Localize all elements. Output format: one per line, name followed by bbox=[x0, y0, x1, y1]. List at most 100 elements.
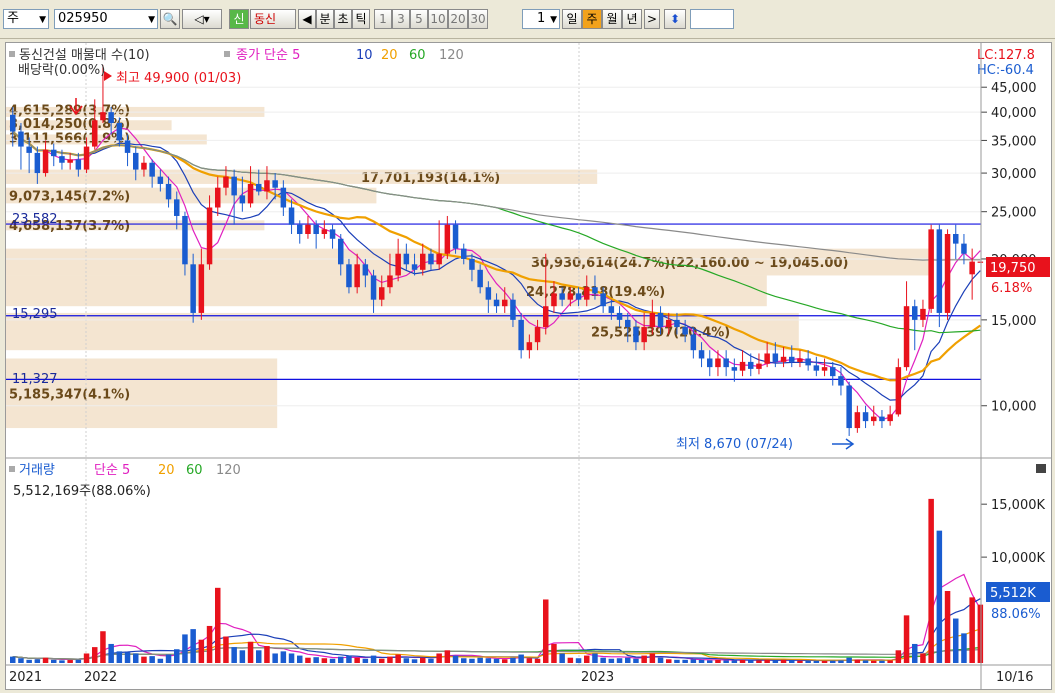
current-volume-pct: 88.06% bbox=[991, 607, 1041, 622]
stock-chart[interactable]: 4,615,289(3.7%)3,014,250(0.8%)3,111,566(… bbox=[6, 43, 1051, 689]
sound-icon[interactable]: ◁▾ bbox=[182, 9, 222, 29]
candle-body bbox=[493, 299, 500, 307]
chevron-down-icon: ▼ bbox=[148, 15, 155, 25]
candle-body bbox=[584, 287, 590, 300]
candle-body bbox=[756, 363, 762, 369]
volume-bar bbox=[157, 658, 164, 663]
y-tick-label: 30,000 bbox=[991, 167, 1037, 182]
volume-bar bbox=[600, 657, 606, 663]
candle-body bbox=[912, 306, 918, 320]
period-20[interactable]: 20 bbox=[448, 9, 468, 29]
price-legend-ma10: 10 bbox=[356, 48, 373, 63]
volume-bar bbox=[223, 636, 229, 663]
volume-y-tick-label: 15,000K bbox=[991, 498, 1045, 513]
candle-body bbox=[543, 306, 549, 328]
volume-bar bbox=[813, 660, 820, 663]
stock-code-input[interactable]: 025950 ▼ bbox=[54, 9, 158, 29]
candle-body bbox=[411, 264, 418, 270]
volume-bar bbox=[493, 658, 500, 663]
volume-bar bbox=[977, 604, 984, 663]
period-minute[interactable]: 분 bbox=[316, 9, 334, 29]
volume-bar bbox=[485, 658, 492, 663]
low-price-label: 최저 8,670 (07/24) bbox=[676, 437, 793, 452]
candle-body bbox=[887, 414, 893, 422]
volume-bar bbox=[887, 660, 893, 663]
candle-body bbox=[92, 120, 98, 147]
market-select[interactable]: 주 ▼ bbox=[3, 9, 49, 29]
current-price-label: 19,750 bbox=[990, 261, 1036, 276]
chart-frame: 4,615,289(3.7%) 3,014,250(0.8%) 3,111,566(… bbox=[5, 42, 1052, 690]
period-1[interactable]: 1 bbox=[374, 9, 392, 29]
period-10[interactable]: 10 bbox=[428, 9, 448, 29]
period-5[interactable]: 5 bbox=[410, 9, 428, 29]
candle-body bbox=[362, 264, 369, 276]
candle-body bbox=[830, 367, 836, 377]
volume-bar bbox=[534, 658, 541, 663]
volume-bar bbox=[198, 639, 205, 663]
volume-bar bbox=[75, 659, 82, 663]
candle-body bbox=[641, 327, 647, 343]
volume-bar bbox=[124, 652, 131, 663]
candle-body bbox=[321, 229, 328, 235]
search-icon[interactable]: 🔍 bbox=[160, 9, 180, 29]
next-arrow-icon[interactable]: > bbox=[644, 9, 660, 29]
volume-bar bbox=[928, 498, 934, 663]
volume-bar bbox=[67, 660, 73, 663]
volume-bar bbox=[362, 658, 369, 663]
period-30[interactable]: 30 bbox=[468, 9, 488, 29]
period-count-select[interactable]: 1 ▼ bbox=[522, 9, 560, 29]
candle-body bbox=[903, 306, 910, 368]
volume-bar bbox=[256, 650, 262, 663]
volume-bar bbox=[288, 653, 295, 663]
period-tick[interactable]: 틱 bbox=[352, 9, 370, 29]
candle-body bbox=[657, 312, 664, 328]
current-price-pct: 6.18% bbox=[991, 281, 1032, 296]
y-tick-label: 15,000 bbox=[991, 314, 1037, 329]
candle-body bbox=[116, 123, 123, 141]
volume-bar bbox=[370, 655, 377, 663]
dividend-label: 배당락(0.00%) bbox=[18, 63, 105, 78]
maximize-icon[interactable] bbox=[1036, 464, 1046, 473]
volume-bar bbox=[231, 647, 237, 663]
volume-bar bbox=[502, 659, 508, 663]
prev-arrow-icon[interactable]: ◀ bbox=[298, 9, 316, 29]
period-day[interactable]: 일 bbox=[562, 9, 582, 29]
legend-swatch-close bbox=[224, 51, 230, 57]
volume-bar bbox=[584, 655, 590, 663]
candle-body bbox=[239, 195, 246, 204]
volume-bar bbox=[436, 653, 442, 663]
candle-body bbox=[420, 253, 426, 270]
volume-bar bbox=[338, 656, 344, 663]
volume-bar bbox=[346, 655, 352, 663]
volume-bar bbox=[682, 659, 688, 663]
credit-badge[interactable]: 신 bbox=[229, 9, 249, 29]
candle-body bbox=[313, 224, 319, 235]
candle-body bbox=[953, 234, 959, 244]
candle-body bbox=[551, 293, 557, 307]
volume-y-tick-label: 10,000K bbox=[991, 551, 1045, 566]
volume-bar bbox=[92, 647, 98, 663]
candle-body bbox=[67, 159, 73, 163]
volume-bar bbox=[18, 658, 24, 663]
candle-body bbox=[51, 149, 57, 157]
candle-body bbox=[18, 131, 24, 147]
period-week[interactable]: 주 bbox=[582, 9, 602, 29]
candle-body bbox=[871, 416, 877, 422]
volume-bar bbox=[100, 631, 106, 663]
blank-input[interactable] bbox=[690, 9, 734, 29]
period-second[interactable]: 초 bbox=[334, 9, 352, 29]
candle-body bbox=[608, 306, 615, 313]
volume-bar bbox=[944, 591, 951, 663]
volume-bar bbox=[756, 660, 762, 663]
period-month[interactable]: 월 bbox=[602, 9, 622, 29]
candle-body bbox=[575, 293, 582, 300]
stock-name[interactable]: 동신 bbox=[250, 9, 296, 29]
period-3[interactable]: 3 bbox=[392, 9, 410, 29]
candle-body bbox=[346, 264, 352, 288]
volume-bar bbox=[666, 659, 672, 663]
candle-body bbox=[969, 261, 975, 275]
period-year[interactable]: 년 bbox=[622, 9, 642, 29]
candle-body bbox=[674, 319, 680, 328]
sort-arrows-icon[interactable]: ⬍ bbox=[664, 9, 686, 29]
candle-body bbox=[879, 416, 885, 422]
